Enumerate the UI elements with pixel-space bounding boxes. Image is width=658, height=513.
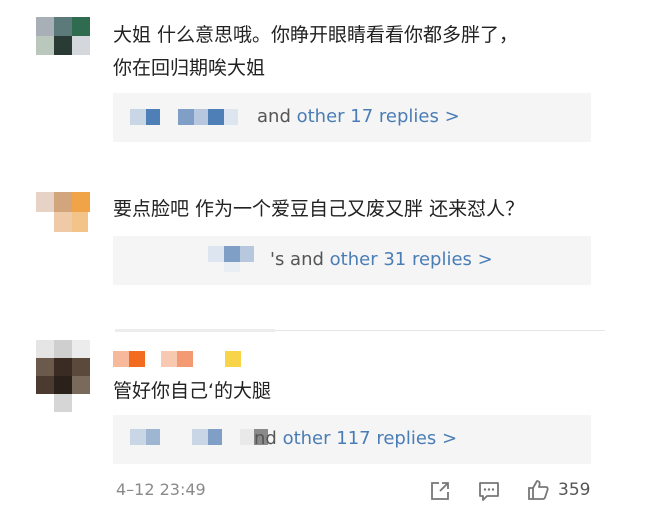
replier-names-blurred — [208, 246, 272, 274]
comment-text-line: 大姐 什么意思哦。你睁开眼睛看看你都多胖了， — [113, 24, 519, 46]
divider — [115, 329, 275, 332]
more-replies-link[interactable]: other 117 replies > — [283, 428, 458, 449]
more-replies-link[interactable]: other 17 replies > — [297, 106, 460, 127]
comment-icon[interactable] — [476, 478, 502, 504]
more-replies-link[interactable]: other 31 replies > — [330, 249, 493, 270]
replier-names-blurred — [130, 109, 242, 127]
avatar[interactable] — [36, 17, 92, 55]
comment-text-line: 要点脸吧 作为一个爱豆自己又废又胖 还来怼人？ — [113, 198, 525, 220]
timestamp: 4–12 23:49 — [116, 480, 206, 499]
reply-suffix: and — [257, 106, 291, 127]
divider — [275, 330, 605, 331]
reply-suffix: nd — [254, 428, 277, 449]
like-count: 359 — [558, 480, 591, 500]
comment-text-line: 你在回归期唉大姐 — [113, 57, 266, 79]
comment-text-line: 管好你自己‘的大腿 — [113, 380, 272, 402]
avatar[interactable] — [36, 340, 92, 412]
like-icon[interactable] — [525, 477, 551, 503]
avatar[interactable] — [36, 192, 92, 232]
reply-suffix: 's and — [270, 249, 324, 270]
reply-summary[interactable]: nd other 117 replies > — [113, 415, 591, 464]
reply-summary[interactable]: 's and other 31 replies > — [113, 236, 591, 285]
share-icon[interactable] — [427, 478, 453, 504]
username-blurred[interactable] — [113, 351, 243, 367]
reply-summary[interactable]: and other 17 replies > — [113, 93, 591, 142]
